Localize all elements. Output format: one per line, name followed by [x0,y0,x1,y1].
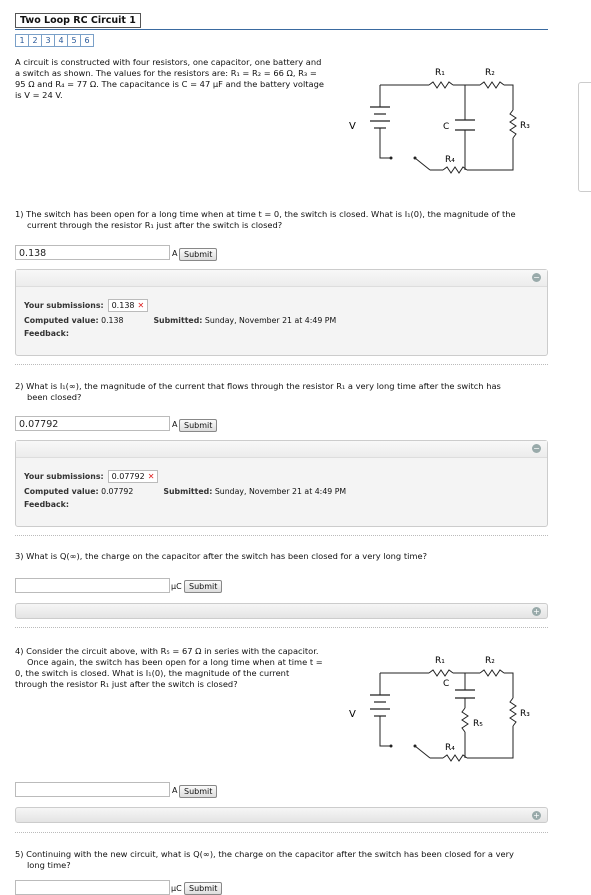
submissions-label: Your submissions: [24,301,104,310]
unit-label: A [172,420,178,429]
submitted-time: Sunday, November 21 at 4:49 PM [214,487,347,496]
collapsed-panel-4[interactable]: + [15,807,548,823]
divider [15,535,548,536]
label-r2: R₂ [485,68,495,78]
feedback-label: Feedback: [24,329,69,338]
answer-input-2[interactable]: 0.07792 [15,416,170,431]
question-text: 1) The switch has been open for a long t… [15,209,516,219]
x-mark-icon: ✕ [137,301,145,310]
divider [15,364,548,365]
tab-1[interactable]: 1 [15,34,29,47]
submit-button-3[interactable]: Submit [184,580,223,593]
feedback-label: Feedback: [24,500,69,509]
computed-label: Computed value: [24,487,99,496]
intro-line: A circuit is constructed with four resis… [15,57,322,67]
title-divider [15,29,548,30]
tab-6[interactable]: 6 [80,34,94,47]
label-v: V [349,709,356,720]
tab-5[interactable]: 5 [67,34,81,47]
submitted-time: Sunday, November 21 at 4:49 PM [204,316,337,325]
intro-line: is V = 24 V. [15,90,63,100]
submission-chip: 0.07792 ✕ [107,470,159,483]
label-c: C [443,679,449,689]
computed-label: Computed value: [24,316,99,325]
label-r3: R₃ [520,709,530,719]
tab-2[interactable]: 2 [28,34,42,47]
circuit-diagram-2: V R₁ R₂ R₃ R₄ R₅ C [349,656,530,762]
unit-label: A [172,786,178,795]
plus-circle-icon[interactable]: + [532,811,541,820]
question-text: 4) Consider the circuit above, with R₅ =… [15,646,319,656]
unit-label: A [172,249,178,258]
answer-input-1[interactable]: 0.138 [15,245,170,260]
x-mark-icon: ✕ [147,472,155,481]
panel-header[interactable]: − [16,270,547,287]
answer-input-4[interactable] [15,782,170,797]
question-3: 3) What is Q(∞), the charge on the capac… [15,551,560,562]
submission-value: 0.07792 [111,472,145,481]
question-text: current through the resistor R₁ just aft… [27,220,283,230]
label-v: V [349,121,356,132]
circuit-diagram: V R₁ R₂ R₃ R₄ C [349,68,530,174]
submit-button-1[interactable]: Submit [179,248,218,261]
answer-input-3[interactable] [15,578,170,593]
submit-button-4[interactable]: Submit [179,785,218,798]
label-r3: R₃ [520,121,530,131]
divider [15,627,548,628]
tab-3[interactable]: 3 [41,34,55,47]
label-r4: R₄ [445,155,455,165]
computed-value: 0.138 [101,316,124,325]
question-text: Once again, the switch has been open for… [27,657,323,667]
assignment-title: Two Loop RC Circuit 1 [15,13,141,28]
submitted-label: Submitted: [163,487,213,496]
question-text: long time? [27,860,71,870]
submissions-label: Your submissions: [24,472,104,481]
submission-value: 0.138 [111,301,135,310]
question-text: 2) What is I₁(∞), the magnitude of the c… [15,381,501,391]
submission-panel-2: − Your submissions: 0.07792 ✕ Computed val… [15,440,548,527]
submit-button-2[interactable]: Submit [179,419,218,432]
label-r1: R₁ [435,68,445,78]
label-r1: R₁ [435,656,445,666]
plus-circle-icon[interactable]: + [532,607,541,616]
question-text: 0, the switch is closed. What is I₁(0), … [15,668,290,678]
computed-value: 0.07792 [101,487,134,496]
intro-line: a switch as shown. The values for the re… [15,68,317,78]
submitted-label: Submitted: [153,316,203,325]
submission-panel-1: − Your submissions: 0.138 ✕ Computed value… [15,269,548,356]
question-text: 3) What is Q(∞), the charge on the capac… [15,551,427,561]
question-4: 4) Consider the circuit above, with R₅ =… [15,646,350,690]
problem-statement: A circuit is constructed with four resis… [15,57,343,101]
tab-4[interactable]: 4 [54,34,68,47]
collapsed-panel-3[interactable]: + [15,603,548,619]
label-r2: R₂ [485,656,495,666]
intro-line: 95 Ω and R₄ = 77 Ω. The capacitance is C… [15,79,324,89]
submission-chip: 0.138 ✕ [107,299,149,312]
question-text: 5) Continuing with the new circuit, what… [15,849,514,859]
question-5: 5) Continuing with the new circuit, what… [15,849,560,871]
part-tabs: 1 2 3 4 5 6 [15,34,94,47]
question-text: been closed? [27,392,82,402]
label-r5: R₅ [473,719,483,729]
question-1: 1) The switch has been open for a long t… [15,209,560,231]
side-scroll-widget[interactable] [578,82,591,192]
panel-header[interactable]: − [16,441,547,458]
minus-circle-icon[interactable]: − [532,444,541,453]
question-text: through the resistor R₁ just after the s… [15,679,238,689]
label-c: C [443,122,449,132]
unit-label: μC [171,582,182,591]
label-r4: R₄ [445,743,455,753]
divider [15,832,548,833]
answer-input-5[interactable] [15,880,170,895]
minus-circle-icon[interactable]: − [532,273,541,282]
question-2: 2) What is I₁(∞), the magnitude of the c… [15,381,560,403]
